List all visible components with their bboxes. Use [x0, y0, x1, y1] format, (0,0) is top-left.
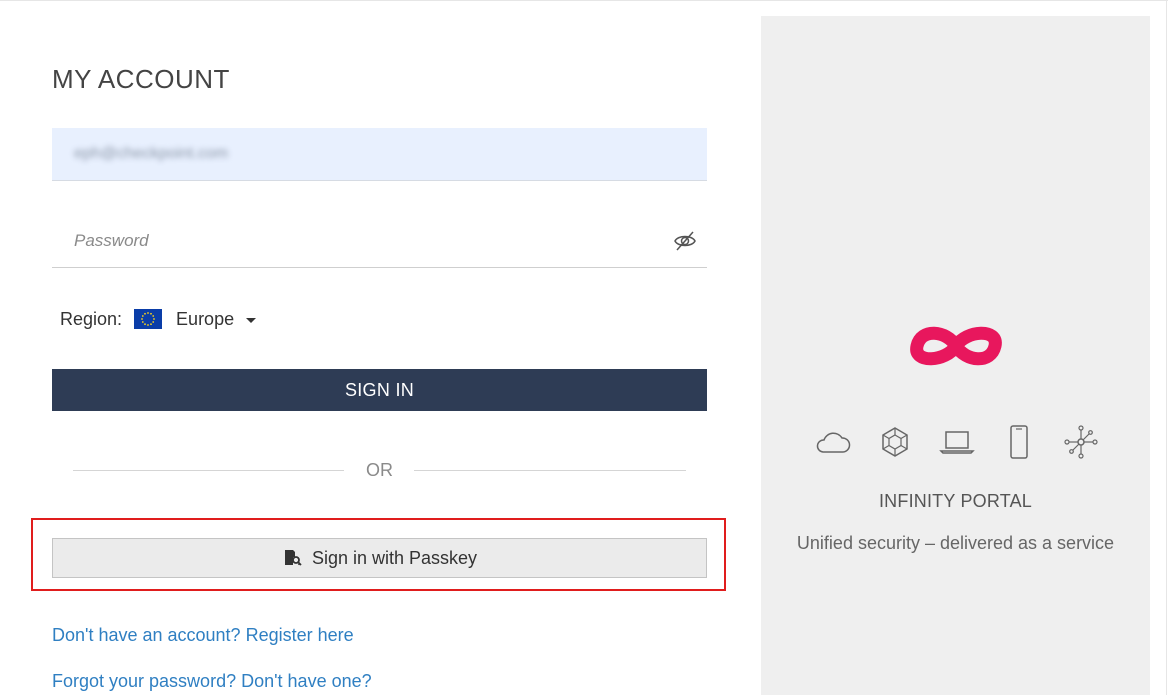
- email-value: eph@checkpoint.com: [74, 145, 229, 162]
- password-field-container: [52, 215, 707, 268]
- passkey-label: Sign in with Passkey: [311, 547, 478, 568]
- infinity-logo-icon: [910, 326, 1002, 366]
- portal-title: INFINITY PORTAL: [878, 491, 1033, 511]
- region-value: Europe: [176, 308, 235, 329]
- region-selector[interactable]: Region: Europe: [60, 305, 257, 333]
- forgot-password-link[interactable]: Forgot your password? Don't have one?: [52, 671, 372, 692]
- feature-icons: [813, 422, 1103, 462]
- or-divider-right: [414, 470, 686, 471]
- mobile-icon: [1010, 425, 1028, 459]
- or-label: OR: [366, 460, 393, 480]
- or-divider-left: [73, 470, 344, 471]
- passkey-icon: [284, 550, 302, 566]
- password-field[interactable]: [52, 215, 652, 267]
- info-panel: INFINITY PORTAL Unified security – deliv…: [761, 16, 1150, 695]
- laptop-icon: [939, 431, 975, 454]
- email-field[interactable]: eph@checkpoint.com: [52, 128, 707, 181]
- iot-hub-icon: [1064, 425, 1098, 459]
- passkey-button[interactable]: Sign in with Passkey: [52, 538, 707, 578]
- network-cube-icon: [882, 427, 908, 457]
- cloud-icon: [816, 432, 851, 453]
- top-divider: [0, 0, 1168, 1]
- sign-in-button[interactable]: SIGN IN: [52, 369, 707, 411]
- region-label: Region:: [60, 308, 123, 329]
- right-divider: [1166, 0, 1167, 695]
- portal-tagline: Unified security – delivered as a servic…: [796, 533, 1115, 553]
- page-title: MY ACCOUNT: [52, 64, 230, 94]
- eu-flag-icon: [134, 309, 163, 329]
- chevron-down-icon[interactable]: [246, 317, 257, 323]
- register-link[interactable]: Don't have an account? Register here: [52, 625, 354, 646]
- hide-password-icon[interactable]: [673, 230, 697, 252]
